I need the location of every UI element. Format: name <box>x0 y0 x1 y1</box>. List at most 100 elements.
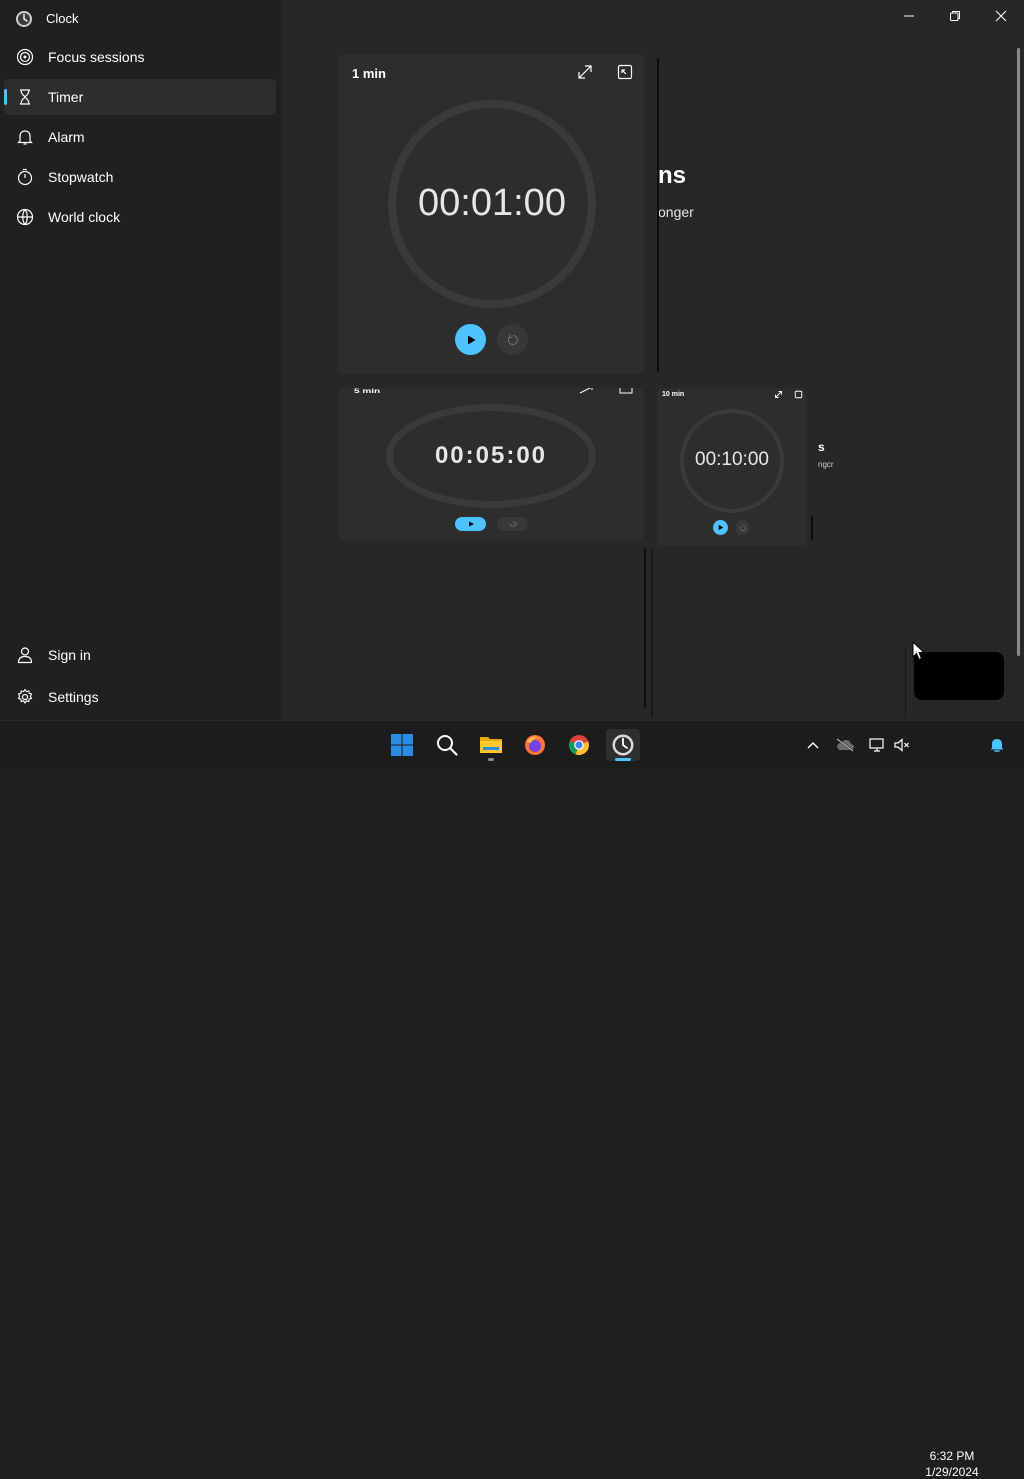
play-icon <box>468 521 474 527</box>
person-icon <box>17 647 33 664</box>
sidebar-item-alarm[interactable]: Alarm <box>4 119 276 155</box>
timer-name: 5 min <box>354 388 381 395</box>
taskbar-time[interactable]: 6:32 PM <box>916 1449 988 1463</box>
keep-on-top-icon[interactable] <box>616 63 634 81</box>
sidebar-item-label: Focus sessions <box>48 49 145 65</box>
network-button[interactable] <box>865 733 889 757</box>
expand-icon[interactable] <box>576 63 594 81</box>
sidebar-item-label: Alarm <box>48 129 85 145</box>
chevron-up-icon <box>807 742 819 749</box>
timer-time: 00:05:00 <box>434 442 548 469</box>
taskbar: 6:32 PM 1/29/2024 <box>0 720 1024 1479</box>
timer-card[interactable]: 10 min 00:10:00 <box>657 388 807 546</box>
notifications-button[interactable] <box>985 733 1009 757</box>
keep-on-top-icon[interactable] <box>794 390 803 399</box>
sidebar-item-label: Stopwatch <box>48 169 114 185</box>
globe-icon <box>16 208 34 226</box>
title-bar: Clock <box>0 0 1024 36</box>
clock-app-icon <box>16 11 32 27</box>
expand-icon[interactable] <box>774 390 783 399</box>
play-icon <box>718 524 724 531</box>
minimize-icon <box>904 15 914 17</box>
timer-card[interactable]: 5 min 00:05:00 <box>338 388 644 540</box>
empty-state-heading: ns <box>658 162 687 189</box>
sidebar-item-world-clock[interactable]: World clock <box>4 199 276 235</box>
bell-icon <box>990 739 1004 752</box>
divider <box>657 58 659 372</box>
bell-icon <box>17 130 33 145</box>
timer-name: 10 min <box>662 391 685 398</box>
running-indicator <box>488 758 494 761</box>
hourglass-icon <box>20 89 30 105</box>
sidebar: Focus sessions Timer Alarm Stopwatch Wor… <box>0 0 281 720</box>
windows-start-icon <box>391 734 413 756</box>
sidebar-item-focus-sessions[interactable]: Focus sessions <box>4 39 276 75</box>
sidebar-item-timer[interactable]: Timer <box>4 79 276 115</box>
taskbar-clock[interactable] <box>606 729 640 761</box>
onedrive-button[interactable] <box>833 733 857 757</box>
focus-icon <box>16 48 34 66</box>
clock-app-window: Focus sessions Timer Alarm Stopwatch Wor… <box>0 0 1024 720</box>
reset-button[interactable] <box>735 520 750 535</box>
timer-time: 00:01:00 <box>418 182 566 224</box>
settings-button[interactable]: Settings <box>4 679 276 715</box>
timer-card-placeholder <box>662 558 790 710</box>
file-explorer-icon <box>480 737 502 753</box>
cloud-offline-icon <box>836 738 854 752</box>
divider <box>811 516 813 540</box>
timer-name: 1 min <box>352 66 386 81</box>
keep-on-top-icon[interactable] <box>618 388 634 394</box>
divider <box>651 548 653 718</box>
empty-state-description: onger <box>658 204 694 220</box>
divider <box>644 548 646 708</box>
volume-button[interactable] <box>890 733 914 757</box>
sign-in-button[interactable]: Sign in <box>4 637 276 673</box>
taskbar-date[interactable]: 1/29/2024 <box>916 1465 988 1479</box>
taskbar-chrome[interactable] <box>562 729 596 761</box>
stopwatch-icon <box>17 168 33 186</box>
start-button[interactable] <box>713 520 728 535</box>
expand-icon[interactable] <box>578 388 594 394</box>
sign-in-label: Sign in <box>48 647 91 663</box>
volume-muted-icon <box>894 738 909 752</box>
show-hidden-icons-button[interactable] <box>801 733 825 757</box>
divider <box>905 648 906 718</box>
reset-icon <box>509 521 516 527</box>
notification-overlay <box>914 652 1004 700</box>
active-indicator <box>615 758 631 761</box>
timer-card[interactable]: 1 min 00:01:00 <box>338 54 644 374</box>
start-button[interactable] <box>455 324 486 355</box>
active-indicator <box>4 89 7 105</box>
search-button[interactable] <box>430 729 464 761</box>
mouse-cursor-icon <box>912 641 925 661</box>
firefox-icon <box>525 735 545 755</box>
reset-button[interactable] <box>497 517 528 531</box>
start-button[interactable] <box>455 517 486 531</box>
reset-icon <box>739 524 746 531</box>
restore-icon <box>950 11 960 21</box>
sidebar-item-stopwatch[interactable]: Stopwatch <box>4 159 276 195</box>
empty-state-description-small: ngcr <box>818 460 834 469</box>
search-icon <box>437 735 458 756</box>
sidebar-item-label: World clock <box>48 209 121 225</box>
taskbar-firefox[interactable] <box>518 729 552 761</box>
start-button[interactable] <box>385 729 419 761</box>
close-button[interactable] <box>978 0 1024 32</box>
clock-app-icon <box>612 734 634 756</box>
chrome-icon <box>568 735 589 755</box>
reset-icon <box>507 334 518 345</box>
network-icon <box>869 738 884 752</box>
gear-icon <box>17 688 33 705</box>
reset-button[interactable] <box>497 324 528 355</box>
vertical-scrollbar[interactable] <box>1017 48 1020 656</box>
window-title: Clock <box>46 11 79 26</box>
settings-label: Settings <box>48 689 99 705</box>
play-icon <box>467 335 475 344</box>
restore-button[interactable] <box>932 0 978 32</box>
sidebar-item-label: Timer <box>48 89 84 105</box>
close-icon <box>995 10 1007 22</box>
minimize-button[interactable] <box>886 0 932 32</box>
timer-card-placeholder <box>338 553 610 711</box>
taskbar-file-explorer[interactable] <box>474 729 508 761</box>
timer-time: 00:10:00 <box>695 449 769 470</box>
